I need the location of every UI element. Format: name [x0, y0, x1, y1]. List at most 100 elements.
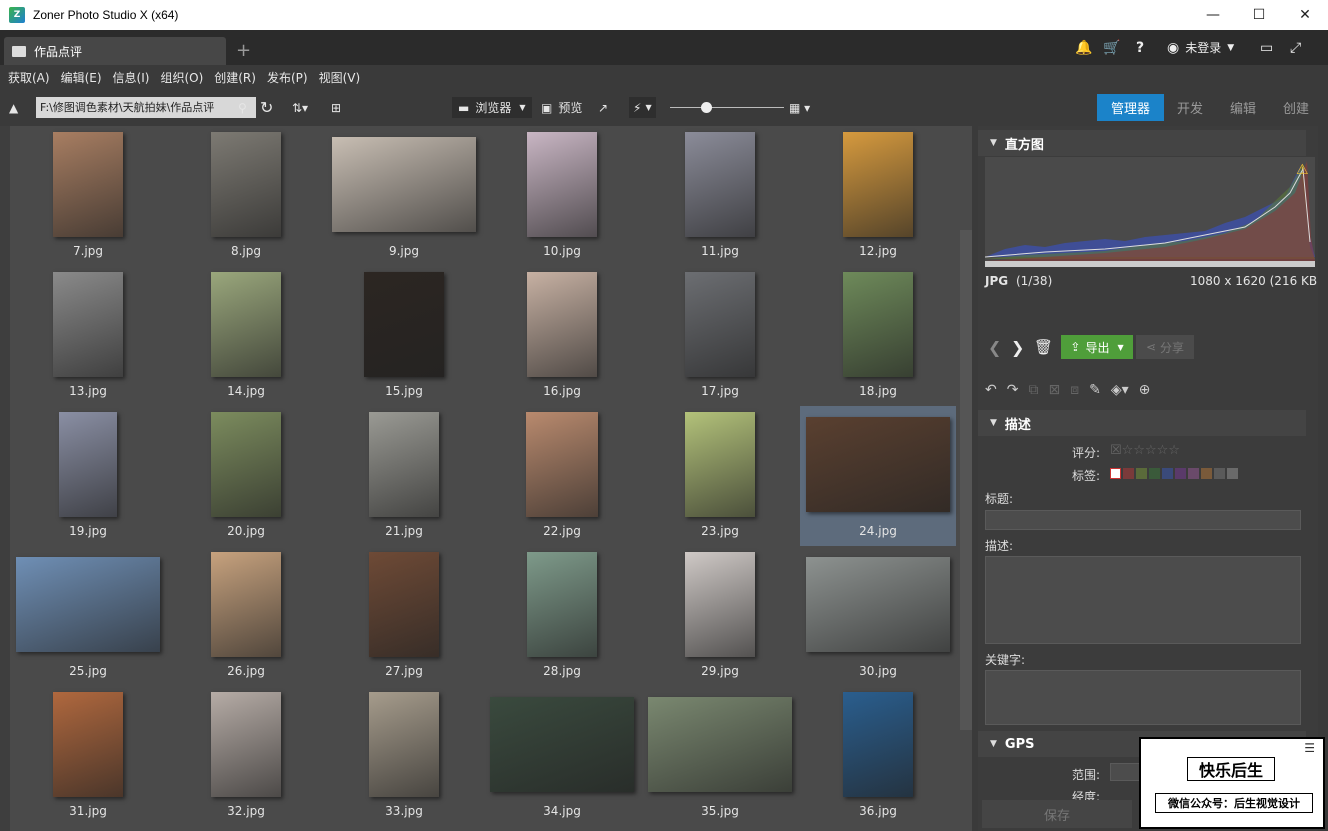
thumbnail-image[interactable] [211, 132, 281, 237]
thumbnail[interactable]: 9.jpg [326, 126, 482, 266]
histogram-header[interactable]: ▼ 直方图 [978, 130, 1306, 156]
trash-icon[interactable]: 🗑 [1034, 338, 1053, 356]
refresh-icon[interactable]: ↻ [260, 97, 273, 118]
thumbnail-image[interactable] [369, 692, 439, 797]
thumbnail[interactable]: 10.jpg [484, 126, 640, 266]
thumbnail-image[interactable] [527, 272, 597, 377]
thumbnail[interactable]: 8.jpg [168, 126, 324, 266]
describe-header[interactable]: ▼ 描述 [978, 410, 1306, 436]
tag-color-8[interactable] [1227, 468, 1238, 479]
thumbnail-image[interactable] [526, 412, 598, 517]
rotate-right-icon[interactable]: ↷ [1007, 382, 1019, 398]
zoom-slider[interactable] [670, 97, 784, 118]
thumbnail[interactable]: 18.jpg [800, 266, 956, 406]
menu-view[interactable]: 视图(V) [319, 69, 361, 86]
title-field[interactable] [985, 510, 1301, 530]
paste-icon[interactable]: ⧈ [1070, 382, 1079, 398]
mode-develop[interactable]: 开发 [1164, 94, 1216, 121]
thumbnail[interactable]: 19.jpg [10, 406, 166, 546]
thumbnail[interactable]: 11.jpg [642, 126, 798, 266]
tag-color-0[interactable] [1123, 468, 1134, 479]
folder-up-icon[interactable]: ▲ [9, 97, 18, 118]
thumbnail[interactable]: 12.jpg [800, 126, 956, 266]
quick-filter-button[interactable]: ⚡ ▼ [629, 97, 656, 118]
thumbnail-image[interactable] [685, 412, 755, 517]
thumbnail-image[interactable] [527, 132, 597, 237]
tag-color-6[interactable] [1201, 468, 1212, 479]
prev-arrow-icon[interactable]: ❮ [988, 338, 1001, 357]
thumbnail[interactable]: 35.jpg [642, 686, 798, 826]
thumbnail-image[interactable] [211, 412, 281, 517]
thumbnail[interactable]: 16.jpg [484, 266, 640, 406]
fullscreen-icon[interactable]: ⤢ [1290, 30, 1301, 65]
browser-view-button[interactable]: ▬ 浏览器 ▼ [452, 97, 532, 118]
thumbnail-image[interactable] [211, 692, 281, 797]
tag-none[interactable] [1110, 468, 1121, 479]
compare-icon[interactable]: ⊠ [1048, 382, 1060, 398]
thumbnail-image[interactable] [53, 132, 123, 237]
thumbnail-image[interactable] [685, 552, 755, 657]
thumbnail[interactable]: 23.jpg [642, 406, 798, 546]
thumbnail[interactable]: 31.jpg [10, 686, 166, 826]
rotate-left-icon[interactable]: ↶ [985, 382, 997, 398]
sort-icon[interactable]: ⇅▾ [292, 97, 308, 118]
thumbnail-image[interactable] [527, 552, 597, 657]
thumbnail[interactable]: 33.jpg [326, 686, 482, 826]
tab-catalog[interactable]: 作品点评 [4, 37, 226, 65]
close-button[interactable]: ✕ [1282, 0, 1328, 30]
thumbnail-image[interactable] [806, 417, 950, 512]
preview-button[interactable]: ▣ 预览 [541, 97, 582, 118]
thumbnail-image[interactable] [211, 552, 281, 657]
thumbnail[interactable]: 29.jpg [642, 546, 798, 686]
save-button[interactable]: 保存 [982, 800, 1132, 828]
next-arrow-icon[interactable]: ❯ [1011, 338, 1024, 357]
scrollbar[interactable] [960, 230, 972, 730]
thumbnail[interactable]: 26.jpg [168, 546, 324, 686]
path-input[interactable]: F:\修图调色素材\天航拍妹\作品点评 [36, 97, 256, 118]
thumbnail[interactable]: 17.jpg [642, 266, 798, 406]
stamp-icon[interactable]: ◈▾ [1111, 382, 1129, 398]
tag-color-5[interactable] [1188, 468, 1199, 479]
help-icon[interactable]: ? [1136, 30, 1144, 65]
maximize-button[interactable]: ☐ [1236, 0, 1282, 30]
minimize-button[interactable]: — [1190, 0, 1236, 30]
thumbnail[interactable]: 20.jpg [168, 406, 324, 546]
thumbnail-image[interactable] [490, 697, 634, 792]
thumbnail[interactable]: 15.jpg [326, 266, 482, 406]
grid-view-icon[interactable]: ▦ ▾ [789, 97, 810, 118]
thumbnail-image[interactable] [685, 272, 755, 377]
rating-stars[interactable]: ☒☆☆☆☆☆ [1110, 443, 1180, 458]
copy-icon[interactable]: ⧉ [1028, 382, 1038, 398]
thumbnail[interactable]: 32.jpg [168, 686, 324, 826]
thumbnail[interactable]: 30.jpg [800, 546, 956, 686]
description-field[interactable] [985, 556, 1301, 644]
thumbnail[interactable]: 24.jpg [800, 406, 956, 546]
thumbnail-image[interactable] [364, 272, 444, 377]
thumbnail[interactable]: 22.jpg [484, 406, 640, 546]
search-icon[interactable]: ⚲ [238, 97, 247, 118]
menu-publish[interactable]: 发布(P) [267, 69, 308, 86]
mode-manager[interactable]: 管理器 [1097, 94, 1164, 121]
monitor-icon[interactable]: ▭ [1260, 30, 1273, 65]
menu-acquire[interactable]: 获取(A) [8, 69, 50, 86]
thumbnail-image[interactable] [53, 692, 123, 797]
thumbnail-image[interactable] [843, 692, 913, 797]
left-panel-collapse[interactable] [0, 126, 10, 831]
thumbnail[interactable]: 13.jpg [10, 266, 166, 406]
mode-edit[interactable]: 编辑 [1216, 94, 1270, 121]
thumbnail[interactable]: 36.jpg [800, 686, 956, 826]
add-icon[interactable]: ⊕ [1139, 382, 1151, 398]
thumbnail[interactable]: 14.jpg [168, 266, 324, 406]
menu-info[interactable]: 信息(I) [113, 69, 150, 86]
mode-create[interactable]: 创建 [1270, 94, 1322, 121]
thumbnail[interactable]: 28.jpg [484, 546, 640, 686]
tag-color-1[interactable] [1136, 468, 1147, 479]
export-button[interactable]: ⇪ 导出 ▼ [1061, 335, 1133, 359]
thumbnail-image[interactable] [332, 137, 476, 232]
thumbnail-image[interactable] [843, 272, 913, 377]
thumbnail[interactable]: 27.jpg [326, 546, 482, 686]
right-panel-collapse[interactable] [1318, 126, 1328, 831]
thumbnail-image[interactable] [685, 132, 755, 237]
thumbnail-image[interactable] [369, 412, 439, 517]
color-tags[interactable] [1110, 468, 1240, 482]
